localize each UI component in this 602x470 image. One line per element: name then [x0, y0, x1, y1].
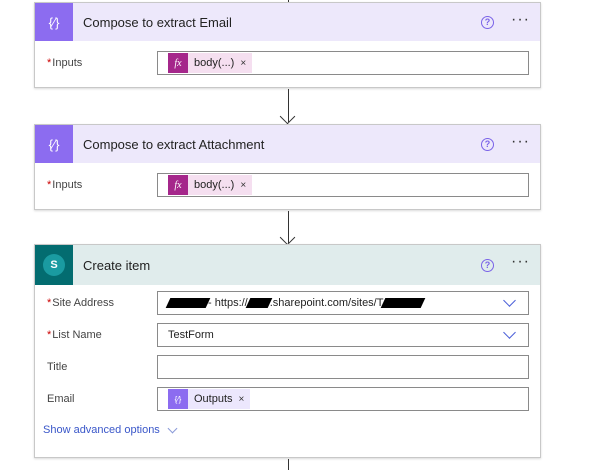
create-item-card: S Create item ? ··· *Site Address - http… [34, 244, 541, 458]
title-input[interactable] [157, 355, 529, 379]
email-field[interactable]: {∕} Outputs × [157, 387, 529, 411]
card-title: Create item [83, 257, 151, 273]
expression-token[interactable]: fx body(...) × [168, 53, 253, 73]
connector-arrow [279, 211, 296, 246]
card-header[interactable]: {∕} Compose to extract Attachment ? ··· [35, 125, 540, 163]
connector-arrow [279, 89, 296, 125]
site-address-dropdown[interactable]: - https://.sharepoint.com/sites/T [157, 291, 529, 315]
show-advanced-options-link[interactable]: Show advanced options [43, 423, 178, 436]
help-icon[interactable]: ? [481, 137, 494, 151]
inputs-field[interactable]: fx body(...) × [157, 173, 529, 197]
outputs-token[interactable]: {∕} Outputs × [168, 389, 251, 409]
title-label: Title [47, 361, 68, 373]
more-options-icon[interactable]: ··· [511, 253, 530, 271]
help-icon[interactable]: ? [481, 258, 494, 272]
list-name-label: *List Name [47, 329, 102, 341]
chevron-down-icon [167, 423, 178, 433]
card-title: Compose to extract Email [83, 14, 232, 30]
card-header[interactable]: {∕} Compose to extract Email ? ··· [35, 3, 540, 41]
inputs-label: *Inputs [47, 57, 83, 69]
compose-icon: {∕} [35, 3, 73, 41]
chevron-down-icon[interactable] [503, 326, 516, 339]
connector-bottom [288, 459, 289, 470]
card-title: Compose to extract Attachment [83, 136, 265, 152]
compose-attachment-card: {∕} Compose to extract Attachment ? ··· … [34, 124, 541, 210]
inputs-label: *Inputs [47, 179, 83, 191]
remove-token-icon[interactable]: × [239, 394, 251, 405]
compose-email-card: {∕} Compose to extract Email ? ··· *Inpu… [34, 2, 541, 88]
list-name-dropdown[interactable]: TestForm [157, 323, 529, 347]
help-icon[interactable]: ? [481, 15, 494, 29]
fx-icon: fx [168, 175, 188, 195]
more-options-icon[interactable]: ··· [511, 11, 530, 29]
fx-icon: fx [168, 53, 188, 73]
card-header[interactable]: S Create item ? ··· [35, 245, 540, 285]
site-address-label: *Site Address [47, 297, 115, 309]
remove-token-icon[interactable]: × [240, 58, 252, 69]
expression-token[interactable]: fx body(...) × [168, 175, 253, 195]
inputs-field[interactable]: fx body(...) × [157, 51, 529, 75]
more-options-icon[interactable]: ··· [511, 133, 530, 151]
compose-icon: {∕} [35, 125, 73, 163]
email-label: Email [47, 393, 75, 405]
remove-token-icon[interactable]: × [240, 180, 252, 191]
sharepoint-icon: S [35, 245, 73, 285]
compose-icon: {∕} [168, 389, 188, 409]
chevron-down-icon[interactable] [503, 294, 516, 307]
